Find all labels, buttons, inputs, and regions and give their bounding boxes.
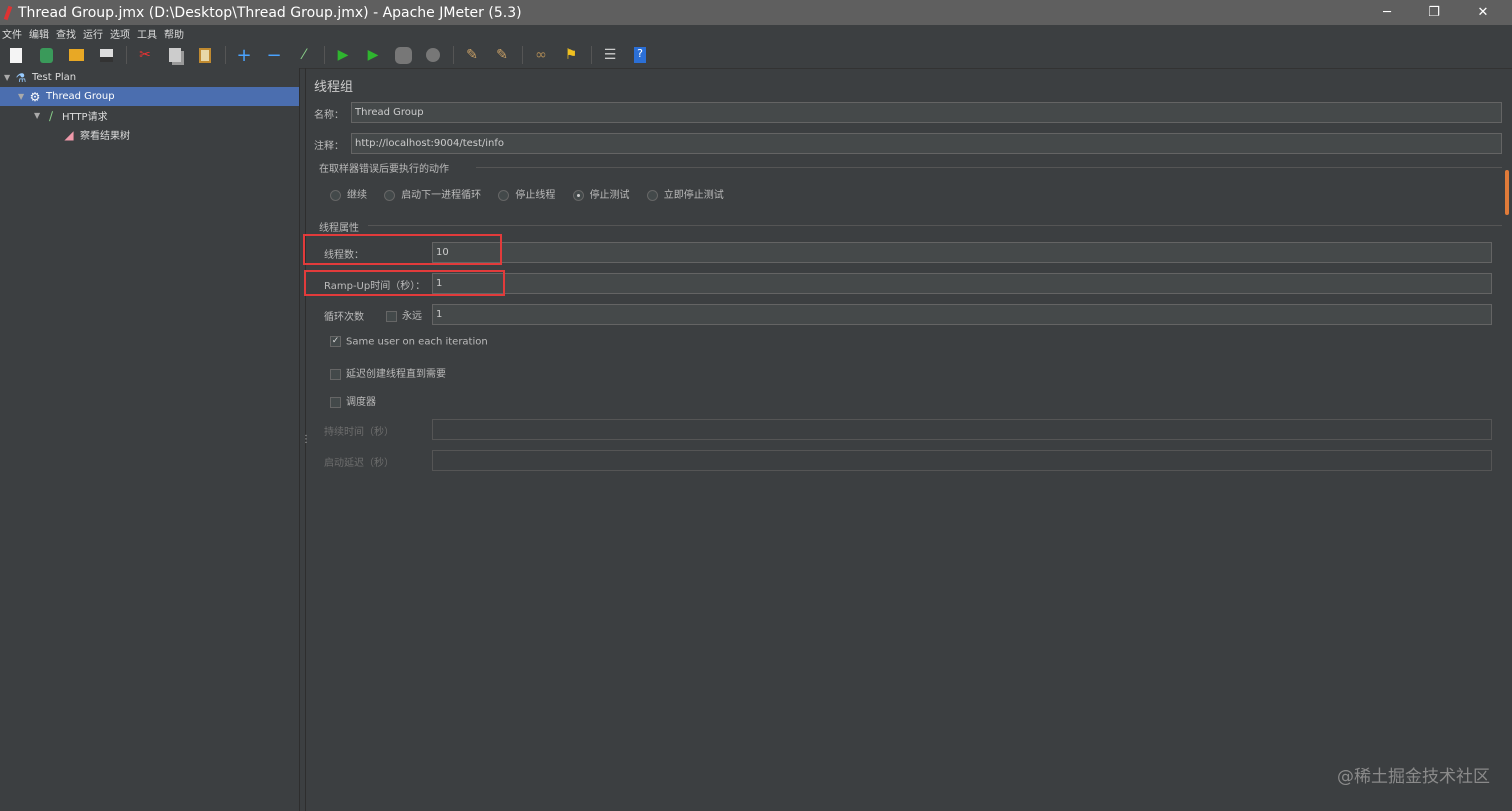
error-action-group-title: 在取样器错误后要执行的动作	[319, 164, 449, 175]
loop-count-label: 循环次数	[324, 312, 364, 323]
scheduler-checkbox[interactable]: 调度器	[330, 393, 376, 408]
open-icon[interactable]	[66, 45, 86, 65]
radio-stop-test-now[interactable]: 立即停止测试	[646, 189, 724, 201]
copy-icon[interactable]	[165, 45, 185, 65]
rampup-input[interactable]: 1	[432, 273, 1492, 294]
menu-tools[interactable]: 工具	[137, 26, 157, 41]
title-bar: Thread Group.jmx (D:\Desktop\Thread Grou…	[0, 0, 1512, 25]
cut-icon[interactable]: ✂	[135, 45, 155, 65]
splitter[interactable]: ⋮	[299, 68, 311, 811]
menu-edit[interactable]: 编辑	[29, 26, 49, 41]
panel-title: 线程组	[314, 80, 354, 95]
radio-continue[interactable]: 继续	[330, 189, 367, 201]
function-helper-icon[interactable]: ☰	[600, 45, 620, 65]
radio-stop-thread[interactable]: 停止线程	[498, 189, 555, 201]
paste-icon[interactable]	[195, 45, 215, 65]
tree-node-http-request[interactable]: ▼ ∕ HTTP请求	[0, 106, 299, 125]
menu-search[interactable]: 查找	[56, 26, 76, 41]
start-icon[interactable]: ▶	[333, 45, 353, 65]
menu-bar: 文件 编辑 查找 运行 选项 工具 帮助	[0, 25, 1512, 42]
test-plan-tree: ▼ ⚗ Test Plan ▼ ⚙ Thread Group ▼ ∕ HTTP请求 ◢ 察看结…	[0, 68, 299, 811]
clear-all-icon[interactable]: ✎	[492, 45, 512, 65]
expand-icon[interactable]: +	[234, 45, 254, 66]
minimize-button[interactable]: ─	[1364, 0, 1410, 25]
menu-run[interactable]: 运行	[83, 26, 103, 41]
start-no-pauses-icon[interactable]: ▶	[363, 45, 383, 65]
clear-icon[interactable]: ✎	[462, 45, 482, 65]
thread-props-group-title: 线程属性	[319, 223, 359, 234]
stop-icon[interactable]	[393, 45, 413, 65]
tree-node-thread-group[interactable]: ▼ ⚙ Thread Group	[0, 87, 299, 106]
new-icon[interactable]	[6, 45, 26, 65]
templates-icon[interactable]	[36, 45, 56, 65]
pipette-icon: ∕	[48, 108, 54, 123]
reset-search-icon[interactable]: ⚑	[561, 45, 581, 65]
collapse-icon[interactable]: −	[264, 45, 284, 66]
search-icon[interactable]: ∞	[531, 45, 551, 65]
highlight-box	[303, 234, 502, 265]
tree-node-view-results-tree[interactable]: ◢ 察看结果树	[0, 125, 299, 144]
threads-input[interactable]: 10	[432, 242, 1492, 263]
menu-file[interactable]: 文件	[2, 26, 22, 41]
startup-delay-input[interactable]	[432, 450, 1492, 471]
comment-label: 注释：	[314, 141, 344, 152]
close-button[interactable]: ✕	[1460, 0, 1506, 25]
name-label: 名称：	[314, 110, 344, 121]
toggle-icon[interactable]: ⁄	[294, 45, 314, 65]
menu-help[interactable]: 帮助	[164, 26, 184, 41]
maximize-button[interactable]: ❐	[1411, 0, 1457, 25]
startup-delay-label: 启动延迟（秒）	[324, 458, 394, 469]
comment-input[interactable]: http://localhost:9004/test/info	[351, 133, 1502, 154]
chart-icon: ◢	[64, 127, 74, 142]
gear-icon: ⚙	[29, 89, 41, 104]
name-input[interactable]: Thread Group	[351, 102, 1502, 123]
shutdown-icon[interactable]	[423, 45, 443, 65]
vertical-scrollbar[interactable]	[1505, 170, 1509, 215]
highlight-box	[304, 270, 505, 296]
forever-checkbox[interactable]: 永远	[386, 307, 422, 322]
toolbar: ✂ + − ⁄ ▶ ▶ ✎ ✎ ∞ ⚑ ☰ ?	[0, 42, 1512, 69]
save-icon[interactable]	[96, 45, 116, 65]
tree-node-test-plan[interactable]: ▼ ⚗ Test Plan	[0, 68, 299, 87]
flask-icon: ⚗	[15, 70, 27, 85]
menu-options[interactable]: 选项	[110, 26, 130, 41]
delay-thread-creation-checkbox[interactable]: 延迟创建线程直到需要	[330, 365, 446, 380]
radio-start-next-loop[interactable]: 启动下一进程循环	[384, 189, 481, 201]
jmeter-logo-icon	[3, 5, 13, 20]
radio-stop-test[interactable]: 停止测试	[572, 189, 630, 201]
watermark: @稀土掘金技术社区	[1337, 767, 1490, 787]
same-user-checkbox[interactable]: ✓ Same user on each iteration	[330, 336, 488, 348]
help-icon[interactable]: ?	[630, 45, 650, 65]
loop-count-input[interactable]: 1	[432, 304, 1492, 325]
window-title: Thread Group.jmx (D:\Desktop\Thread Grou…	[18, 4, 522, 21]
error-action-options: 继续 启动下一进程循环 停止线程 停止测试 立即停止测试	[330, 186, 724, 201]
duration-input[interactable]	[432, 419, 1492, 440]
thread-group-panel: 线程组 名称： Thread Group 注释： http://localhos…	[303, 68, 1512, 811]
duration-label: 持续时间（秒）	[324, 427, 394, 438]
